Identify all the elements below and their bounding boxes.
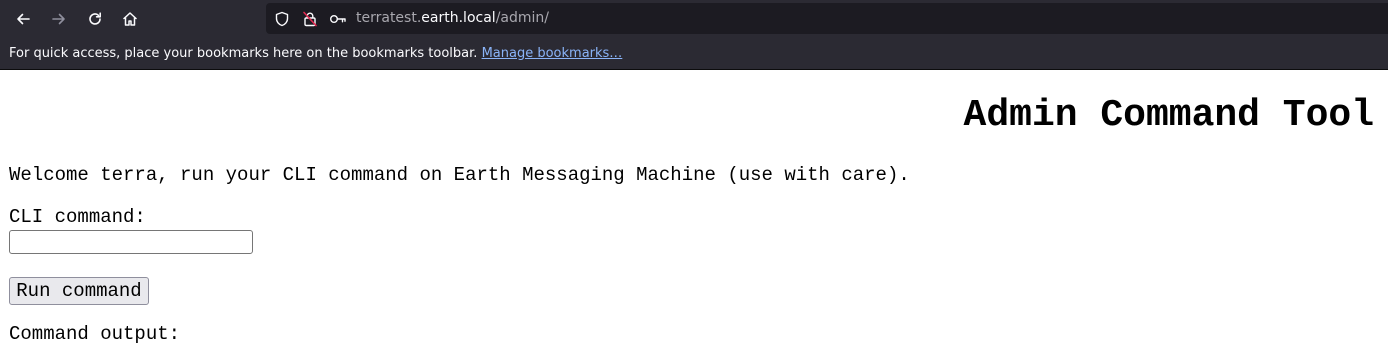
insecure-lock-icon <box>303 11 317 26</box>
welcome-message: Welcome terra, run your CLI command on E… <box>9 164 910 186</box>
cli-command-label: CLI command: <box>9 206 146 228</box>
reload-icon <box>89 11 101 25</box>
home-icon <box>123 11 137 26</box>
bookmarks-message: For quick access, place your bookmarks h… <box>9 46 478 61</box>
connection-info-button[interactable] <box>299 3 321 34</box>
url-text[interactable]: terratest.earth.local/admin/ <box>356 3 549 34</box>
browser-toolbar: terratest.earth.local/admin/ <box>0 0 1388 37</box>
arrow-left-icon <box>17 13 30 24</box>
cli-command-input[interactable] <box>9 230 253 254</box>
tracking-protection-button[interactable] <box>271 3 293 34</box>
address-bar[interactable]: terratest.earth.local/admin/ <box>266 3 1388 34</box>
permissions-button[interactable] <box>327 3 349 34</box>
key-icon <box>330 14 346 23</box>
reload-button[interactable] <box>80 0 110 37</box>
manage-bookmarks-link[interactable]: Manage bookmarks… <box>482 46 623 61</box>
shield-icon <box>275 11 289 26</box>
home-button[interactable] <box>115 0 145 37</box>
bookmarks-hint: For quick access, place your bookmarks h… <box>9 37 622 70</box>
forward-button[interactable] <box>44 0 74 37</box>
url-path: /admin/ <box>495 10 549 26</box>
page-title: Admin Command Tool <box>963 94 1374 137</box>
back-button[interactable] <box>8 0 38 37</box>
run-command-button[interactable]: Run command <box>9 277 149 305</box>
url-prefix: terratest. <box>356 10 422 26</box>
bookmarks-toolbar: For quick access, place your bookmarks h… <box>0 37 1388 70</box>
arrow-right-icon <box>52 13 65 24</box>
command-output-label: Command output: <box>9 323 181 345</box>
url-host: earth.local <box>421 10 496 26</box>
